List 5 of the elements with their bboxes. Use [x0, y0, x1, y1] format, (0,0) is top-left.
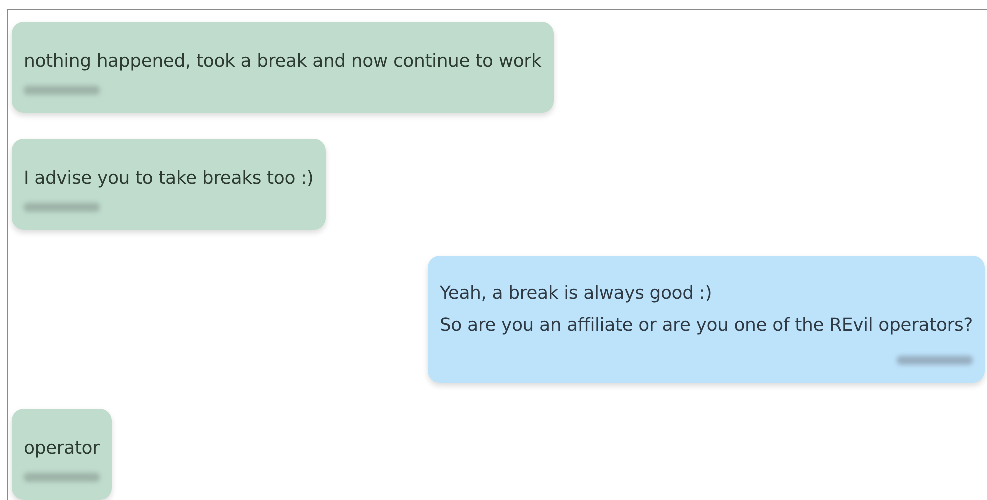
message-text: nothing happened, took a break and now continue to work	[24, 50, 542, 74]
message-text: So are you an affiliate or are you one of the REvil operators?	[440, 314, 973, 338]
message-text: operator	[24, 437, 100, 461]
message-text: Yeah, a break is always good :)	[440, 282, 714, 306]
message-text: I advise you to take breaks too :)	[24, 167, 314, 191]
